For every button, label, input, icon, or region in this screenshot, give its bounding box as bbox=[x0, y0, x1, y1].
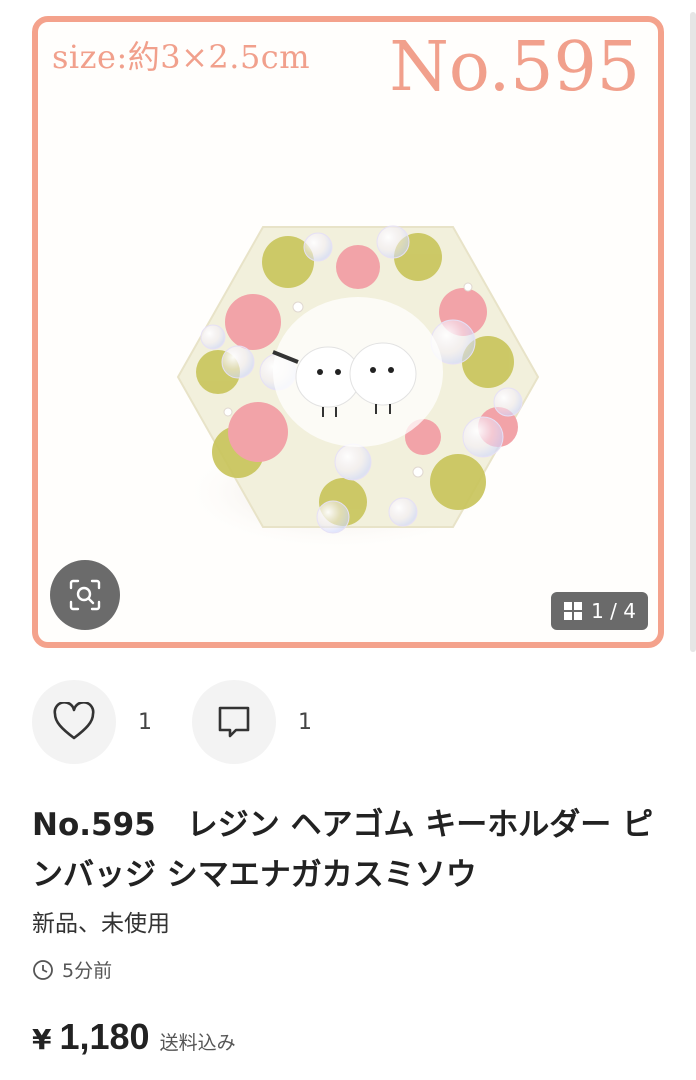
size-label: size:約3×2.5cm bbox=[52, 38, 311, 76]
comment-count: 1 bbox=[298, 709, 312, 735]
image-search-button[interactable] bbox=[50, 560, 120, 630]
comment-icon bbox=[218, 706, 250, 738]
like-count: 1 bbox=[138, 709, 152, 735]
grid-icon bbox=[564, 602, 583, 620]
product-photo bbox=[176, 225, 540, 552]
shipping-note: 送料込み bbox=[159, 1032, 236, 1054]
item-detail-page: size:約3×2.5cm No.595 1 / 4 1 1 No.595 レジ… bbox=[0, 0, 696, 1080]
clock-icon bbox=[33, 959, 53, 980]
scrollbar[interactable] bbox=[690, 12, 696, 652]
heart-icon bbox=[53, 702, 95, 740]
like-button[interactable] bbox=[32, 680, 116, 764]
item-condition: 新品、未使用 bbox=[32, 911, 170, 937]
price-currency: ¥ bbox=[32, 1023, 52, 1056]
action-bar: 1 1 bbox=[32, 680, 352, 764]
posted-time: 5分前 bbox=[32, 956, 112, 983]
image-counter-badge[interactable]: 1 / 4 bbox=[551, 592, 648, 630]
image-counter-text: 1 / 4 bbox=[591, 599, 636, 623]
product-image-carousel[interactable]: size:約3×2.5cm No.595 1 / 4 bbox=[32, 16, 664, 648]
posted-time-text: 5分前 bbox=[62, 960, 113, 982]
price: ¥ 1,180 送料込み bbox=[32, 1016, 236, 1058]
price-value: 1,180 bbox=[59, 1016, 150, 1057]
comment-action: 1 bbox=[192, 680, 312, 764]
like-action: 1 bbox=[32, 680, 152, 764]
image-search-icon bbox=[69, 579, 101, 611]
comment-button[interactable] bbox=[192, 680, 276, 764]
item-title: No.595 レジン ヘアゴム キーホルダー ピンバッジ シマエナガカスミソウ bbox=[32, 807, 654, 893]
item-number-overlay: No.595 bbox=[389, 28, 640, 107]
